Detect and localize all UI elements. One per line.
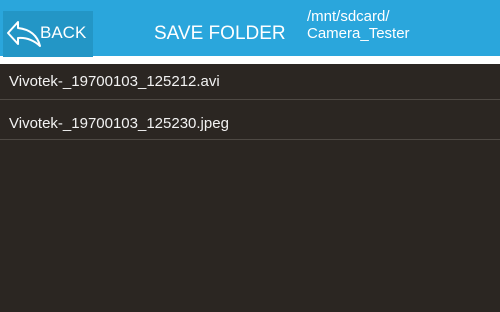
back-button[interactable]: BACK — [3, 11, 93, 57]
page-title: SAVE FOLDER — [154, 23, 286, 44]
file-list: Vivotek-_19700103_125212.avi Vivotek-_19… — [0, 64, 500, 312]
file-list-item[interactable]: Vivotek-_19700103_125212.avi — [0, 64, 500, 100]
back-arrow-icon — [7, 21, 41, 47]
file-name: Vivotek-_19700103_125212.avi — [9, 73, 220, 90]
folder-path: /mnt/sdcard/ Camera_Tester — [307, 8, 492, 42]
back-label: BACK — [40, 23, 87, 42]
header-bar: BACK SAVE FOLDER /mnt/sdcard/ Camera_Tes… — [0, 0, 500, 57]
file-name: Vivotek-_19700103_125230.jpeg — [9, 115, 229, 132]
folder-path-line-1: /mnt/sdcard/ — [307, 8, 390, 25]
screen: BACK SAVE FOLDER /mnt/sdcard/ Camera_Tes… — [0, 0, 500, 312]
folder-path-line-2: Camera_Tester — [307, 25, 410, 42]
file-list-item[interactable]: Vivotek-_19700103_125230.jpeg — [0, 100, 500, 140]
